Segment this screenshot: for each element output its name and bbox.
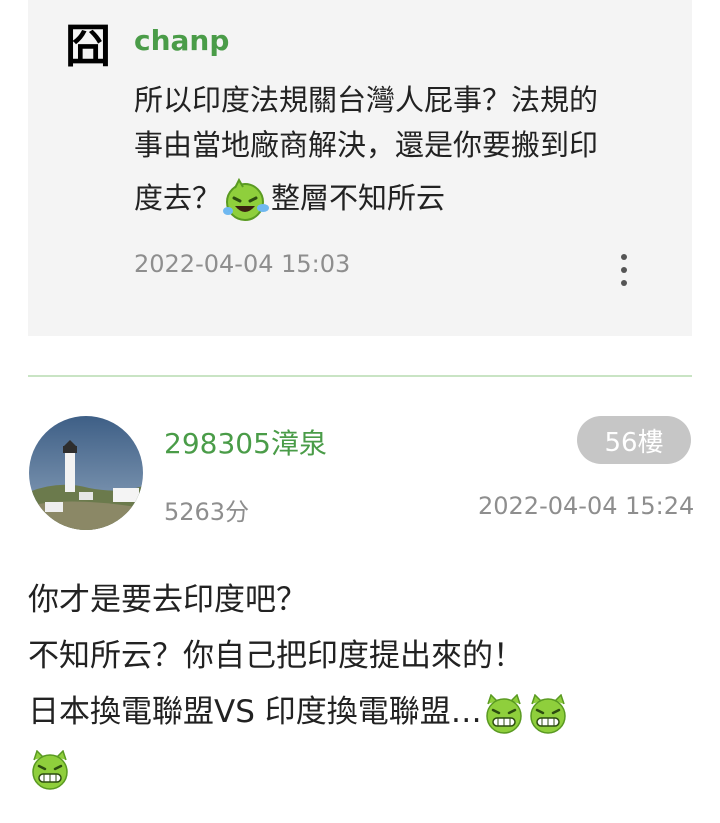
reply-line: 所以印度法規關台灣人屁事？法規的 [134,83,599,117]
reply-line-text: 整層不知所云 [271,181,446,215]
more-dot [621,267,627,273]
grinning-devil-emoji-icon [526,693,570,734]
more-dot [621,254,627,260]
more-options-icon[interactable] [616,254,632,286]
reply-line-text: 度去？ [134,181,222,215]
grinning-devil-emoji-icon [28,749,72,790]
reply-card: 囧 chanp 所以印度法規關台灣人屁事？法規的 事由當地廠商解決，還是你要搬到… [28,0,692,336]
reply-line: 度去？ 整層不知所云 [134,176,654,222]
user-avatar[interactable] [29,416,143,530]
post-line: 你才是要去印度吧？ [28,582,307,618]
reply-author-name[interactable]: chanp [134,24,229,57]
reply-timestamp: 2022-04-04 15:03 [134,250,351,278]
reply-line: 事由當地廠商解決，還是你要搬到印 [134,128,599,162]
post-line: 不知所云？你自己把印度提出來的！ [28,638,524,674]
post-timestamp: 2022-04-04 15:24 [478,492,695,520]
post-divider [28,375,692,377]
more-dot [621,280,627,286]
laughing-tears-emoji-icon [221,178,271,222]
post-line-text: 日本換電聯盟VS 印度換電聯盟… [28,694,482,730]
post-body: 你才是要去印度吧？ 不知所云？你自己把印度提出來的！ 日本換電聯盟VS 印度換電… [28,572,688,796]
reply-body: 所以印度法規關台灣人屁事？法規的 事由當地廠商解決，還是你要搬到印 度去？ 整層… [134,78,654,222]
post-line: 日本換電聯盟VS 印度換電聯盟… [28,684,688,740]
grinning-devil-emoji-icon [482,693,526,734]
user-score: 5263分 [164,498,250,526]
reply-avatar[interactable]: 囧 [64,20,112,72]
lighthouse-avatar-image [29,416,143,530]
post-line [28,740,688,796]
forum-thread: 囧 chanp 所以印度法規關台灣人屁事？法規的 事由當地廠商解決，還是你要搬到… [0,0,720,823]
floor-badge[interactable]: 56樓 [577,416,691,464]
post-author-name[interactable]: 298305漳泉 [164,422,327,462]
